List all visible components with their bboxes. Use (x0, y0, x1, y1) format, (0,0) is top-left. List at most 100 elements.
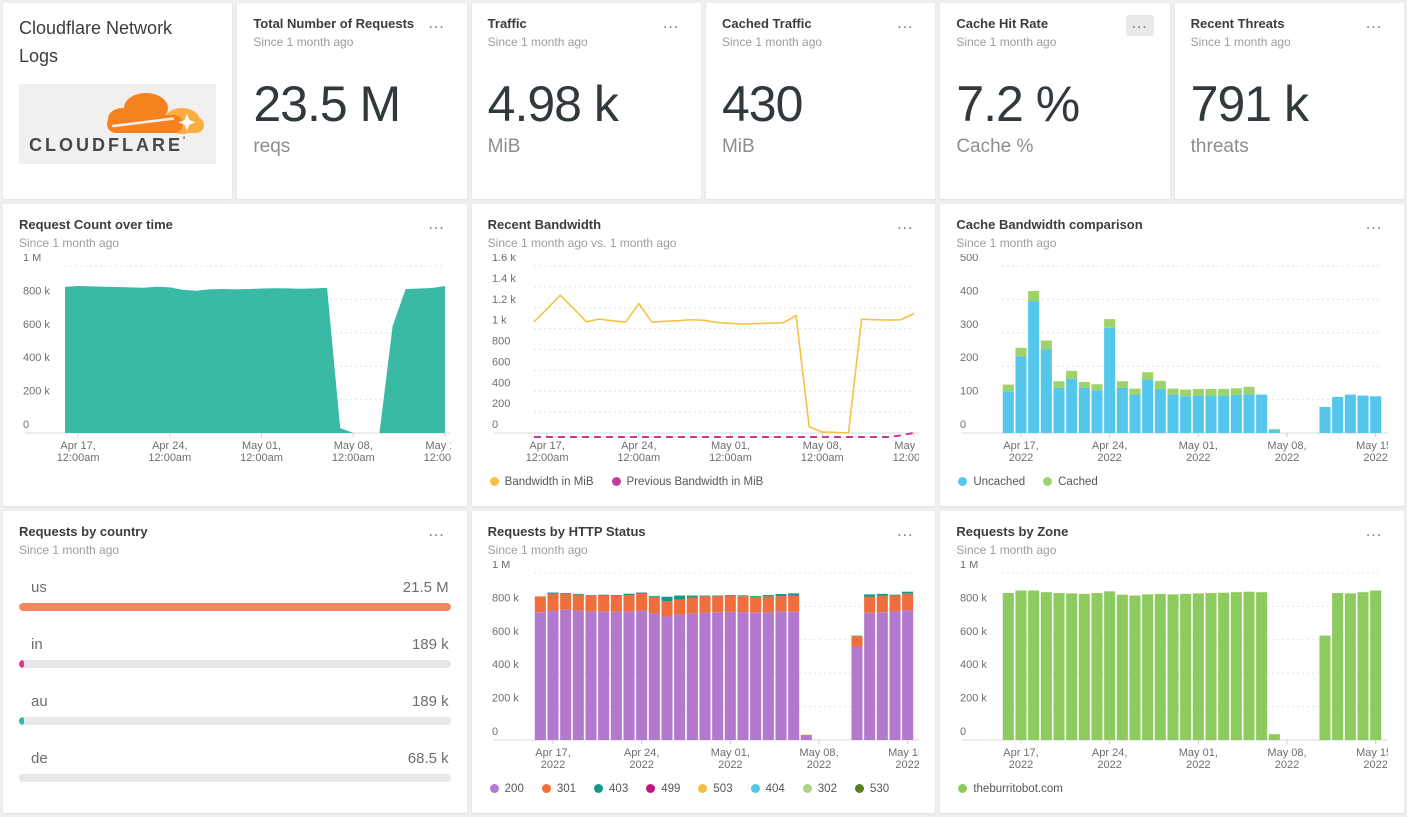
stat-card-cached-traffic: Cached Traffic Since 1 month ago … 430 M… (705, 3, 936, 199)
svg-text:1.4 k: 1.4 k (492, 272, 516, 284)
country-bar-fill (19, 773, 22, 782)
stat-unit: MiB (487, 135, 521, 157)
country-row: au 189 k (19, 693, 451, 725)
legend-label: 302 (817, 782, 837, 795)
svg-text:500: 500 (960, 254, 978, 264)
panel-cache-bandwidth: Cache Bandwidth comparison Since 1 month… (940, 204, 1404, 506)
legend-dot-icon (802, 784, 812, 794)
legend-label: 530 (869, 782, 890, 795)
svg-text:May 08,2022: May 08, 2022 (1268, 747, 1307, 771)
country-list: us 21.5 M in 189 k au 189 k de 68.5 k (19, 579, 451, 782)
panel-menu-button[interactable]: … (891, 215, 919, 237)
legend-dot-icon (594, 784, 604, 794)
stat-card-cache-hit-rate: Cache Hit Rate Since 1 month ago … 7.2 %… (940, 3, 1170, 199)
svg-text:Apr 17,12:00am: Apr 17, 12:00am (57, 440, 100, 464)
legend-dot-icon (750, 784, 760, 794)
svg-text:800 k: 800 k (960, 592, 987, 604)
legend-dot-icon (489, 784, 499, 794)
svg-text:800: 800 (492, 335, 510, 347)
legend-item[interactable]: Bandwidth in MiB (489, 476, 594, 488)
stat-subtitle: Since 1 month ago (1190, 34, 1291, 49)
stat-unit: MiB (721, 135, 755, 157)
cache-bandwidth-chart[interactable]: 500 400 300 200 100 0 Apr 17, 2022 Apr 24, 2022 Ma… (956, 254, 1388, 466)
http-status-chart[interactable]: 1 M 800 k 600 k 400 k 200 k 0 Apr 17, 2022 Apr 2… (488, 561, 920, 773)
svg-text:May 01,12:00am: May 01, 12:00am (240, 440, 283, 464)
legend-item[interactable]: 403 (594, 783, 628, 795)
panel-title: Requests by HTTP Status (487, 524, 646, 539)
country-row: de 68.5 k (19, 750, 451, 782)
panel-menu-button[interactable]: … (1360, 215, 1388, 237)
svg-text:May 08,12:00am: May 08, 12:00am (332, 440, 375, 464)
svg-text:Apr 17,12:00am: Apr 17, 12:00am (525, 440, 568, 464)
panel-menu-button[interactable]: … (1125, 14, 1154, 36)
cloudflare-logo: CLOUDFLARE' (19, 83, 216, 164)
legend-label: 404 (765, 782, 785, 795)
svg-text:200 k: 200 k (23, 385, 50, 397)
svg-text:Apr 24,2022: Apr 24, 2022 (624, 747, 659, 771)
stat-unit: Cache % (956, 135, 1034, 157)
country-label: us (31, 578, 47, 596)
svg-text:1 M: 1 M (960, 561, 978, 571)
svg-text:100: 100 (960, 385, 978, 397)
svg-text:Apr 17,2022: Apr 17, 2022 (535, 747, 570, 771)
legend-label: 499 (661, 782, 681, 795)
legend-item[interactable]: 503 (698, 783, 733, 795)
svg-text:May 15,12:00am: May 15,12:00am (424, 440, 451, 464)
stat-unit: threats (1190, 135, 1249, 157)
stat-title: Cache Hit Rate (956, 16, 1049, 31)
panel-title: Requests by Zone (956, 524, 1069, 539)
cloudflare-wordmark: CLOUDFLARE' (29, 134, 186, 155)
legend-item[interactable]: Uncached (958, 476, 1025, 488)
panel-subtitle: Since 1 month ago (956, 235, 1057, 250)
panel-title: Recent Bandwidth (487, 217, 602, 232)
panel-subtitle: Since 1 month ago (487, 542, 588, 557)
request-count-chart[interactable]: 1 M 800 k 600 k 400 k 200 k 0 Apr 17, 12:00am Ap… (19, 254, 451, 466)
legend-dot-icon (958, 477, 968, 487)
svg-text:400: 400 (960, 285, 978, 297)
recent-bandwidth-chart[interactable]: 1.6 k 1.4 k 1.2 k 1 k 800 600 400 200 0 Apr 17, 12… (488, 254, 920, 466)
country-bar-track (19, 659, 451, 668)
panel-subtitle: Since 1 month ago vs. 1 month ago (487, 235, 677, 250)
country-value: 189 k (411, 635, 449, 653)
panel-menu-button[interactable]: … (1360, 522, 1388, 544)
panel-requests-by-country: Requests by country Since 1 month ago … … (3, 511, 467, 813)
panel-recent-bandwidth: Recent Bandwidth Since 1 month ago vs. 1… (471, 204, 936, 506)
panel-menu-button[interactable]: … (891, 14, 919, 36)
panel-menu-button[interactable]: … (1360, 14, 1388, 36)
svg-text:400: 400 (492, 377, 510, 389)
svg-text:600 k: 600 k (492, 625, 519, 637)
country-bar-track (19, 773, 451, 782)
zone-chart[interactable]: 1 M 800 k 600 k 400 k 200 k 0 Apr 17, 2022 Apr 2… (956, 561, 1388, 773)
stat-subtitle: Since 1 month ago (956, 34, 1057, 49)
svg-text:Apr 17,2022: Apr 17, 2022 (1004, 440, 1039, 464)
panel-menu-button[interactable]: … (891, 522, 919, 544)
panel-menu-button[interactable]: … (423, 522, 451, 544)
legend-dot-icon (958, 784, 968, 794)
country-row: in 189 k (19, 636, 451, 668)
legend-item[interactable]: 404 (750, 782, 785, 795)
panel-title: Cache Bandwidth comparison (956, 217, 1143, 232)
stat-value: 23.5 M (253, 75, 401, 132)
stat-card-traffic: Traffic Since 1 month ago … 4.98 k MiB (471, 3, 701, 199)
panel-subtitle: Since 1 month ago (19, 235, 120, 250)
legend: theburritobot.com (956, 783, 1388, 795)
svg-text:1 M: 1 M (23, 254, 41, 264)
legend-item[interactable]: 302 (802, 782, 837, 795)
stat-value: 430 (721, 75, 803, 132)
panel-menu-button[interactable]: … (423, 14, 451, 36)
svg-text:May 08,2022: May 08, 2022 (799, 747, 838, 771)
country-bar-fill (19, 659, 24, 668)
panel-menu-button[interactable]: … (657, 14, 685, 36)
svg-text:400 k: 400 k (492, 659, 519, 671)
legend-item[interactable]: Cached (1043, 476, 1098, 488)
legend-item[interactable]: Previous Bandwidth in MiB (611, 476, 763, 488)
legend-item[interactable]: 499 (646, 783, 680, 795)
legend-item[interactable]: 530 (854, 782, 890, 795)
country-row: us 21.5 M (19, 579, 451, 611)
stat-value: 7.2 % (956, 75, 1080, 132)
svg-text:0: 0 (23, 419, 29, 431)
panel-menu-button[interactable]: … (423, 215, 451, 237)
legend-item[interactable]: theburritobot.com (958, 783, 1063, 795)
legend-item[interactable]: 200 (489, 783, 524, 795)
legend-item[interactable]: 301 (541, 783, 576, 795)
